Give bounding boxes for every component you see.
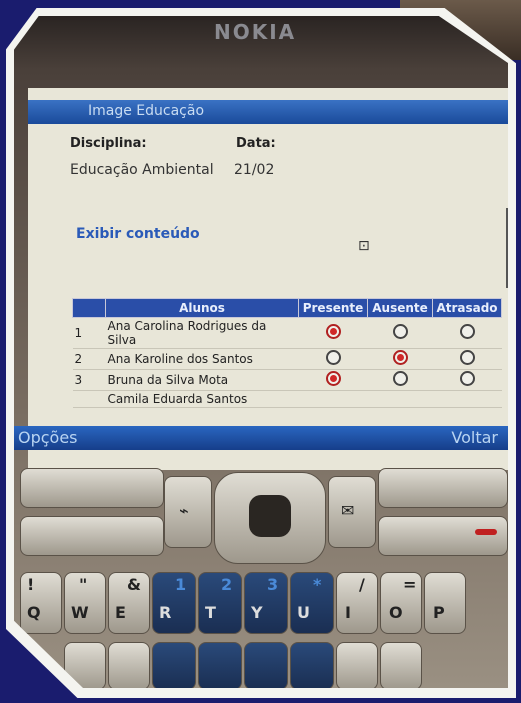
presente-radio[interactable] bbox=[325, 350, 341, 365]
ausente-radio[interactable] bbox=[392, 324, 408, 339]
options-softkey[interactable]: Opções bbox=[18, 428, 78, 447]
right-top-key[interactable] bbox=[378, 468, 508, 508]
select-center-key[interactable] bbox=[249, 495, 291, 537]
data-label: Data: bbox=[236, 136, 276, 151]
row-number: 2 bbox=[72, 348, 106, 370]
call-left-key[interactable] bbox=[20, 468, 164, 508]
softkey-bar: Opções Voltar bbox=[14, 426, 508, 450]
exibir-conteudo-link[interactable]: Exibir conteúdo bbox=[76, 226, 200, 242]
key-lower[interactable] bbox=[108, 642, 150, 688]
key-t[interactable]: 2 T bbox=[198, 572, 242, 634]
navi-key[interactable] bbox=[214, 472, 326, 564]
key-w[interactable]: " W bbox=[64, 572, 106, 634]
end-call-icon bbox=[475, 529, 497, 535]
key-e[interactable]: & E bbox=[108, 572, 150, 634]
col-header-presente: Presente bbox=[298, 298, 368, 318]
app-title: Image Educação bbox=[88, 103, 205, 119]
key-lower[interactable] bbox=[290, 642, 334, 688]
brand-logo: NOKIA bbox=[214, 20, 297, 44]
app-titlebar: Image Educação bbox=[28, 100, 508, 124]
student-name: Bruna da Silva Mota bbox=[105, 369, 299, 391]
table-row[interactable]: 3 Bruna da Silva Mota bbox=[72, 369, 502, 391]
table-row[interactable]: Camila Eduarda Santos bbox=[72, 390, 502, 408]
row-number: 1 bbox=[72, 317, 106, 349]
atrasado-radio[interactable] bbox=[459, 324, 475, 339]
disciplina-value: Educação Ambiental bbox=[70, 162, 214, 178]
key-lower[interactable] bbox=[336, 642, 378, 688]
scrollbar[interactable] bbox=[506, 208, 508, 288]
key-p[interactable]: P bbox=[424, 572, 466, 634]
table-row[interactable]: 2 Ana Karoline dos Santos bbox=[72, 348, 502, 370]
col-header-atrasado: Atrasado bbox=[432, 298, 502, 318]
call-green-key[interactable] bbox=[20, 516, 164, 556]
key-lower[interactable] bbox=[380, 642, 422, 688]
col-header-num bbox=[72, 298, 106, 318]
row-number bbox=[72, 390, 106, 408]
data-value: 21/02 bbox=[234, 162, 275, 178]
menu-icon: ⌁ bbox=[179, 501, 189, 520]
pointer-cursor-icon: ⊡ bbox=[358, 238, 370, 254]
ausente-radio[interactable] bbox=[392, 350, 408, 365]
presente-radio[interactable] bbox=[325, 324, 341, 339]
key-i[interactable]: / I bbox=[336, 572, 378, 634]
key-lower[interactable] bbox=[152, 642, 196, 688]
col-header-alunos: Alunos bbox=[105, 298, 299, 318]
table-row[interactable]: 1 Ana Carolina Rodrigues da Silva bbox=[72, 317, 502, 349]
key-lower[interactable] bbox=[244, 642, 288, 688]
back-softkey[interactable]: Voltar bbox=[451, 428, 498, 447]
ausente-radio[interactable] bbox=[392, 371, 408, 386]
key-lower[interactable] bbox=[198, 642, 242, 688]
student-name: Ana Carolina Rodrigues da Silva bbox=[105, 317, 299, 349]
row-number: 3 bbox=[72, 369, 106, 391]
mail-icon: ✉ bbox=[341, 501, 355, 520]
student-name: Camila Eduarda Santos bbox=[105, 390, 299, 408]
phone-screen: Image Educação Disciplina: Data: Educaçã… bbox=[28, 88, 508, 470]
atrasado-radio[interactable] bbox=[459, 350, 475, 365]
col-header-ausente: Ausente bbox=[367, 298, 433, 318]
key-r[interactable]: 1 R bbox=[152, 572, 196, 634]
atrasado-radio[interactable] bbox=[459, 371, 475, 386]
menu-key[interactable]: ⌁ bbox=[164, 476, 212, 548]
presente-radio[interactable] bbox=[325, 371, 341, 386]
phone-device: NOKIA Image Educação Disciplina: Data: E… bbox=[14, 16, 508, 688]
attendance-table: Alunos Presente Ausente Atrasado 1 Ana C… bbox=[72, 298, 502, 408]
key-y[interactable]: 3 Y bbox=[244, 572, 288, 634]
key-q[interactable]: ! Q bbox=[20, 572, 62, 634]
key-u[interactable]: * U bbox=[290, 572, 334, 634]
end-call-key[interactable] bbox=[378, 516, 508, 556]
disciplina-label: Disciplina: bbox=[70, 136, 147, 151]
key-o[interactable]: = O bbox=[380, 572, 422, 634]
student-name: Ana Karoline dos Santos bbox=[105, 348, 299, 370]
mail-key[interactable]: ✉ bbox=[328, 476, 376, 548]
